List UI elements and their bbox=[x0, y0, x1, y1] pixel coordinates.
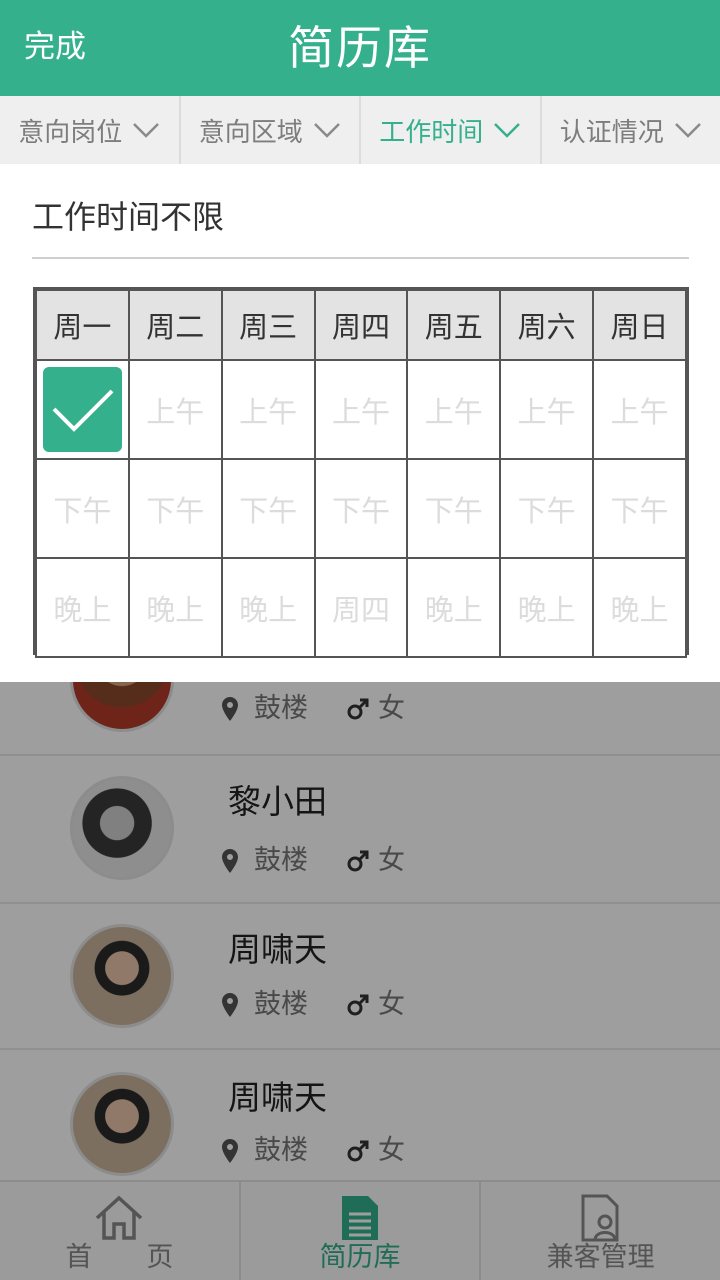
slot-cell[interactable]: 下午 bbox=[592, 458, 687, 559]
filter-position[interactable]: 意向岗位 bbox=[0, 96, 181, 164]
filter-label: 工作时间 bbox=[379, 117, 484, 148]
filter-label: 认证情况 bbox=[559, 117, 664, 148]
slot-cell[interactable]: 晚上 bbox=[220, 557, 316, 658]
chevron-down-icon bbox=[494, 123, 521, 138]
schedule-grid: 周一 周二 周三 周四 周五 周六 周日 上午 上午 上午 上午 上午 上午 下… bbox=[33, 287, 689, 658]
filter-label: 意向区域 bbox=[198, 117, 303, 148]
slot-cell[interactable]: 晚上 bbox=[499, 557, 595, 658]
afternoon-row: 下午 下午 下午 下午 下午 下午 下午 bbox=[35, 458, 687, 559]
slot-cell[interactable]: 下午 bbox=[313, 458, 409, 559]
weekday-header: 周六 bbox=[499, 289, 595, 361]
filter-label: 意向岗位 bbox=[18, 117, 123, 148]
weekday-header: 周日 bbox=[592, 289, 687, 361]
slot-cell[interactable]: 上午 bbox=[313, 359, 409, 460]
filter-area[interactable]: 意向区域 bbox=[181, 96, 361, 164]
filter-work-time[interactable]: 工作时间 bbox=[361, 96, 542, 164]
slot-cell[interactable]: 上午 bbox=[499, 359, 595, 460]
slot-cell[interactable]: 下午 bbox=[220, 458, 316, 559]
chevron-down-icon bbox=[133, 123, 160, 138]
slot-cell[interactable]: 晚上 bbox=[35, 557, 130, 658]
slot-cell[interactable]: 周四 bbox=[313, 557, 409, 658]
slot-cell[interactable]: 晚上 bbox=[406, 557, 502, 658]
work-time-dropdown: 工作时间不限 周一 周二 周三 周四 周五 周六 周日 上午 上午 上午 上午 … bbox=[0, 164, 720, 682]
weekday-header: 周三 bbox=[220, 289, 316, 361]
slot-cell[interactable]: 晚上 bbox=[592, 557, 687, 658]
filter-bar: 意向岗位 意向区域 工作时间 认证情况 bbox=[0, 96, 720, 164]
slot-cell[interactable]: 下午 bbox=[406, 458, 502, 559]
slot-cell[interactable]: 下午 bbox=[127, 458, 223, 559]
app-header: 完成 简历库 bbox=[0, 0, 720, 96]
checkmark-icon bbox=[53, 389, 114, 432]
weekday-header-row: 周一 周二 周三 周四 周五 周六 周日 bbox=[35, 289, 687, 361]
evening-row: 晚上 晚上 晚上 周四 晚上 晚上 晚上 bbox=[35, 557, 687, 658]
chevron-down-icon bbox=[313, 123, 340, 138]
weekday-header: 周四 bbox=[313, 289, 409, 361]
slot-cell-checked[interactable] bbox=[35, 359, 130, 460]
weekday-header: 周二 bbox=[127, 289, 223, 361]
slot-cell[interactable]: 上午 bbox=[220, 359, 316, 460]
slot-cell[interactable]: 晚上 bbox=[127, 557, 223, 658]
slot-cell[interactable]: 上午 bbox=[127, 359, 223, 460]
slot-cell[interactable]: 上午 bbox=[406, 359, 502, 460]
slot-cell[interactable]: 上午 bbox=[592, 359, 687, 460]
checkbox-checked[interactable] bbox=[43, 367, 122, 452]
weekday-header: 周一 bbox=[35, 289, 130, 361]
page-title: 简历库 bbox=[288, 21, 432, 75]
filter-certification[interactable]: 认证情况 bbox=[542, 96, 720, 164]
chevron-down-icon bbox=[674, 123, 701, 138]
weekday-header: 周五 bbox=[406, 289, 502, 361]
divider bbox=[32, 257, 689, 259]
morning-row: 上午 上午 上午 上午 上午 上午 bbox=[35, 359, 687, 460]
slot-cell[interactable]: 下午 bbox=[499, 458, 595, 559]
slot-cell[interactable]: 下午 bbox=[35, 458, 130, 559]
work-time-unlimited-option[interactable]: 工作时间不限 bbox=[32, 196, 224, 238]
dim-overlay[interactable] bbox=[0, 682, 720, 1280]
